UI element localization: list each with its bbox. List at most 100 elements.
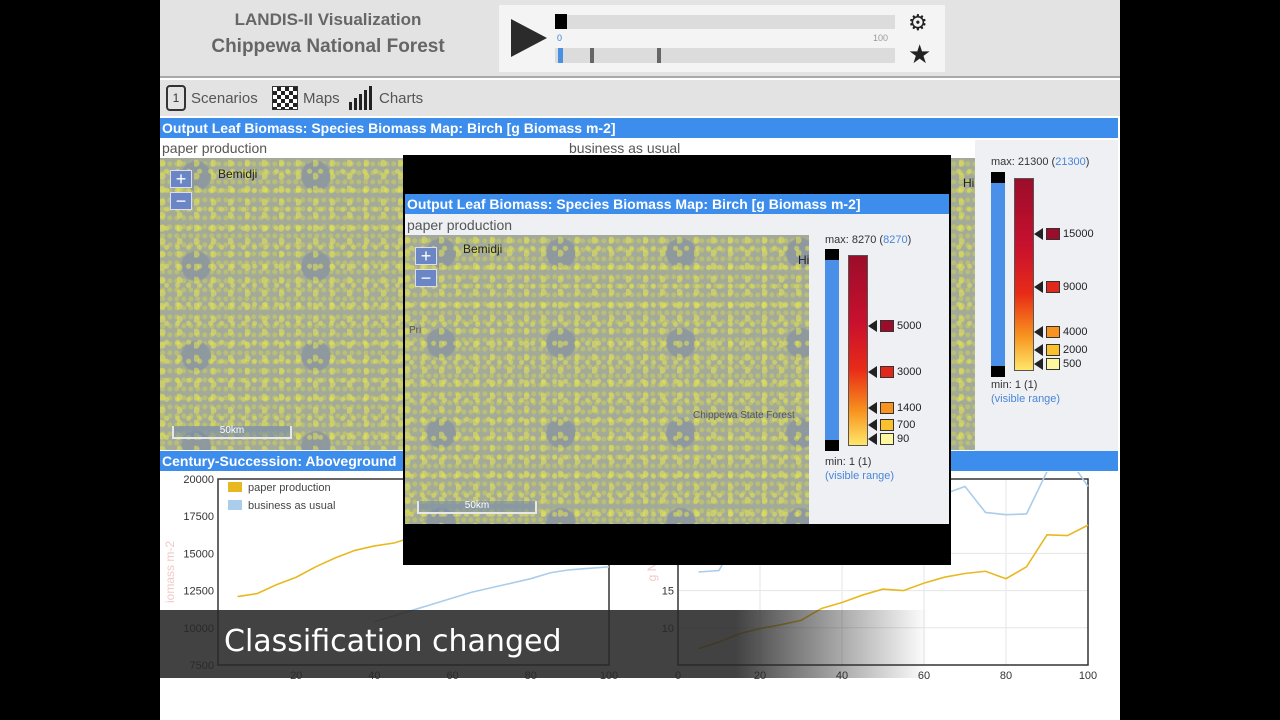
- header: LANDIS-II Visualization Chippewa Nationa…: [160, 0, 1120, 78]
- tab-charts-label: Charts: [379, 89, 424, 107]
- bar-chart-icon: [348, 86, 374, 110]
- legend-break-label: 9000: [1063, 281, 1088, 293]
- play-icon[interactable]: [511, 19, 547, 57]
- arrow-left-icon: [1034, 358, 1043, 370]
- zoom-in-button[interactable]: +: [170, 170, 192, 188]
- timeline-max-label: 100: [873, 33, 889, 43]
- timeline-slider-track[interactable]: [555, 15, 895, 29]
- map-view-popup[interactable]: + − Bemidji Hi Pri Chippewa State Forest…: [405, 235, 809, 524]
- scenario-number-icon: 1: [166, 85, 186, 111]
- timeline-player: 0 100 ⚙ ★: [499, 5, 945, 72]
- star-icon[interactable]: ★: [908, 41, 931, 67]
- legend-range-max-handle[interactable]: [825, 249, 839, 260]
- legend-swatch: [228, 482, 242, 492]
- legend-range-slider[interactable]: [825, 249, 839, 451]
- timestep-marker: [590, 48, 594, 63]
- tab-scenarios-label: Scenarios: [191, 89, 258, 107]
- tab-charts[interactable]: Charts: [348, 80, 423, 116]
- timeline-slider-handle[interactable]: [555, 14, 567, 29]
- legend-color-ramp: [1014, 178, 1034, 371]
- arrow-left-icon: [868, 419, 877, 431]
- legend-label: business as usual: [248, 500, 335, 512]
- arrow-left-icon: [1034, 281, 1043, 293]
- app-subtitle: Chippewa National Forest: [211, 36, 445, 57]
- legend-break-label: 500: [1063, 358, 1082, 370]
- legend-break-swatch: [880, 366, 894, 378]
- y-tick-label: 12500: [183, 586, 214, 598]
- city-label: Hi: [798, 253, 809, 267]
- legend-swatch: [228, 500, 242, 510]
- series-line: [237, 536, 414, 598]
- legend-break-handle[interactable]: 90: [868, 433, 909, 445]
- legend-color-ramp: [848, 255, 868, 446]
- video-caption: Classification changed: [224, 624, 562, 659]
- legend-break-label: 5000: [897, 320, 922, 332]
- zoom-out-button[interactable]: −: [170, 192, 192, 210]
- legend-break-handle[interactable]: 700: [868, 419, 915, 431]
- legend-break-label: 3000: [897, 366, 922, 378]
- legend-range-min-handle[interactable]: [991, 366, 1005, 377]
- tab-maps[interactable]: Maps: [272, 80, 340, 116]
- legend-break-swatch: [880, 320, 894, 332]
- legend-break-label: 700: [897, 419, 916, 431]
- legend-break-swatch: [880, 402, 894, 414]
- right-scenario-label: business as usual: [569, 140, 681, 156]
- legend-break-handle[interactable]: 1400: [868, 402, 921, 414]
- legend-break-swatch: [880, 433, 894, 445]
- legend-break-handle[interactable]: 500: [1034, 358, 1081, 370]
- app-window: LANDIS-II Visualization Chippewa Nationa…: [160, 0, 1120, 720]
- checkerboard-map-icon: [272, 86, 298, 110]
- timestep-marker: [657, 48, 661, 63]
- legend-label: paper production: [248, 482, 331, 494]
- legend-break-swatch: [1046, 358, 1060, 370]
- y-axis-label: g N: [645, 563, 659, 582]
- map-legend-popup: max: 8270 (8270) min: 1 (1) (visible ran…: [809, 214, 949, 524]
- arrow-left-icon: [868, 433, 877, 445]
- gears-icon[interactable]: ⚙: [908, 12, 928, 34]
- legend-break-label: 15000: [1063, 228, 1094, 240]
- legend-max: max: 8270 (8270): [825, 234, 912, 246]
- zoom-out-button[interactable]: −: [415, 269, 437, 287]
- legend-break-swatch: [1046, 281, 1060, 293]
- legend-max: max: 21300 (21300): [991, 156, 1090, 168]
- popup-scenario-label: paper production: [407, 217, 513, 233]
- zoom-in-button[interactable]: +: [415, 247, 437, 265]
- city-label: Bemidji: [463, 242, 503, 256]
- legend-break-handle[interactable]: 4000: [1034, 326, 1087, 338]
- map-scale-bar: 50km: [417, 501, 537, 514]
- arrow-left-icon: [1034, 344, 1043, 356]
- legend-break-label: 4000: [1063, 326, 1088, 338]
- legend-break-handle[interactable]: 5000: [868, 320, 921, 332]
- legend-range-slider[interactable]: [991, 172, 1005, 377]
- timestep-track[interactable]: [555, 48, 895, 63]
- tab-maps-label: Maps: [303, 89, 340, 107]
- legend-visible-range-link[interactable]: (visible range): [825, 470, 894, 482]
- app-title: LANDIS-II Visualization: [234, 10, 422, 29]
- legend-break-handle[interactable]: 9000: [1034, 281, 1087, 293]
- y-tick-label: 15000: [183, 548, 214, 560]
- city-label: Pri: [409, 325, 422, 336]
- y-axis-label: iomass m-2: [163, 541, 177, 603]
- legend-range-max-handle[interactable]: [991, 172, 1005, 183]
- map-popup: Output Leaf Biomass: Species Biomass Map…: [403, 155, 951, 565]
- arrow-left-icon: [1034, 228, 1043, 240]
- legend-min: min: 1 (1): [825, 456, 872, 468]
- legend-min: min: 1 (1): [991, 379, 1038, 391]
- legend-visible-range-link[interactable]: (visible range): [991, 393, 1060, 405]
- arrow-left-icon: [868, 402, 877, 414]
- map-legend-back: max: 21300 (21300) min: 1 (1) (visible r…: [975, 140, 1118, 456]
- legend-break-handle[interactable]: 15000: [1034, 228, 1094, 240]
- y-tick-label: 15: [662, 586, 674, 598]
- tab-scenarios[interactable]: 1 Scenarios: [166, 80, 258, 116]
- timestep-handle[interactable]: [558, 48, 563, 63]
- popup-map-title: Output Leaf Biomass: Species Biomass Map…: [405, 194, 949, 214]
- timeline-min-label: 0: [557, 33, 563, 43]
- legend-break-handle[interactable]: 2000: [1034, 344, 1087, 356]
- y-tick-label: 17500: [183, 511, 214, 523]
- legend-break-swatch: [1046, 326, 1060, 338]
- arrow-left-icon: [1034, 326, 1043, 338]
- city-label: Bemidji: [218, 167, 258, 181]
- legend-range-min-handle[interactable]: [825, 440, 839, 451]
- legend-break-handle[interactable]: 3000: [868, 366, 921, 378]
- left-scenario-label: paper production: [162, 140, 268, 156]
